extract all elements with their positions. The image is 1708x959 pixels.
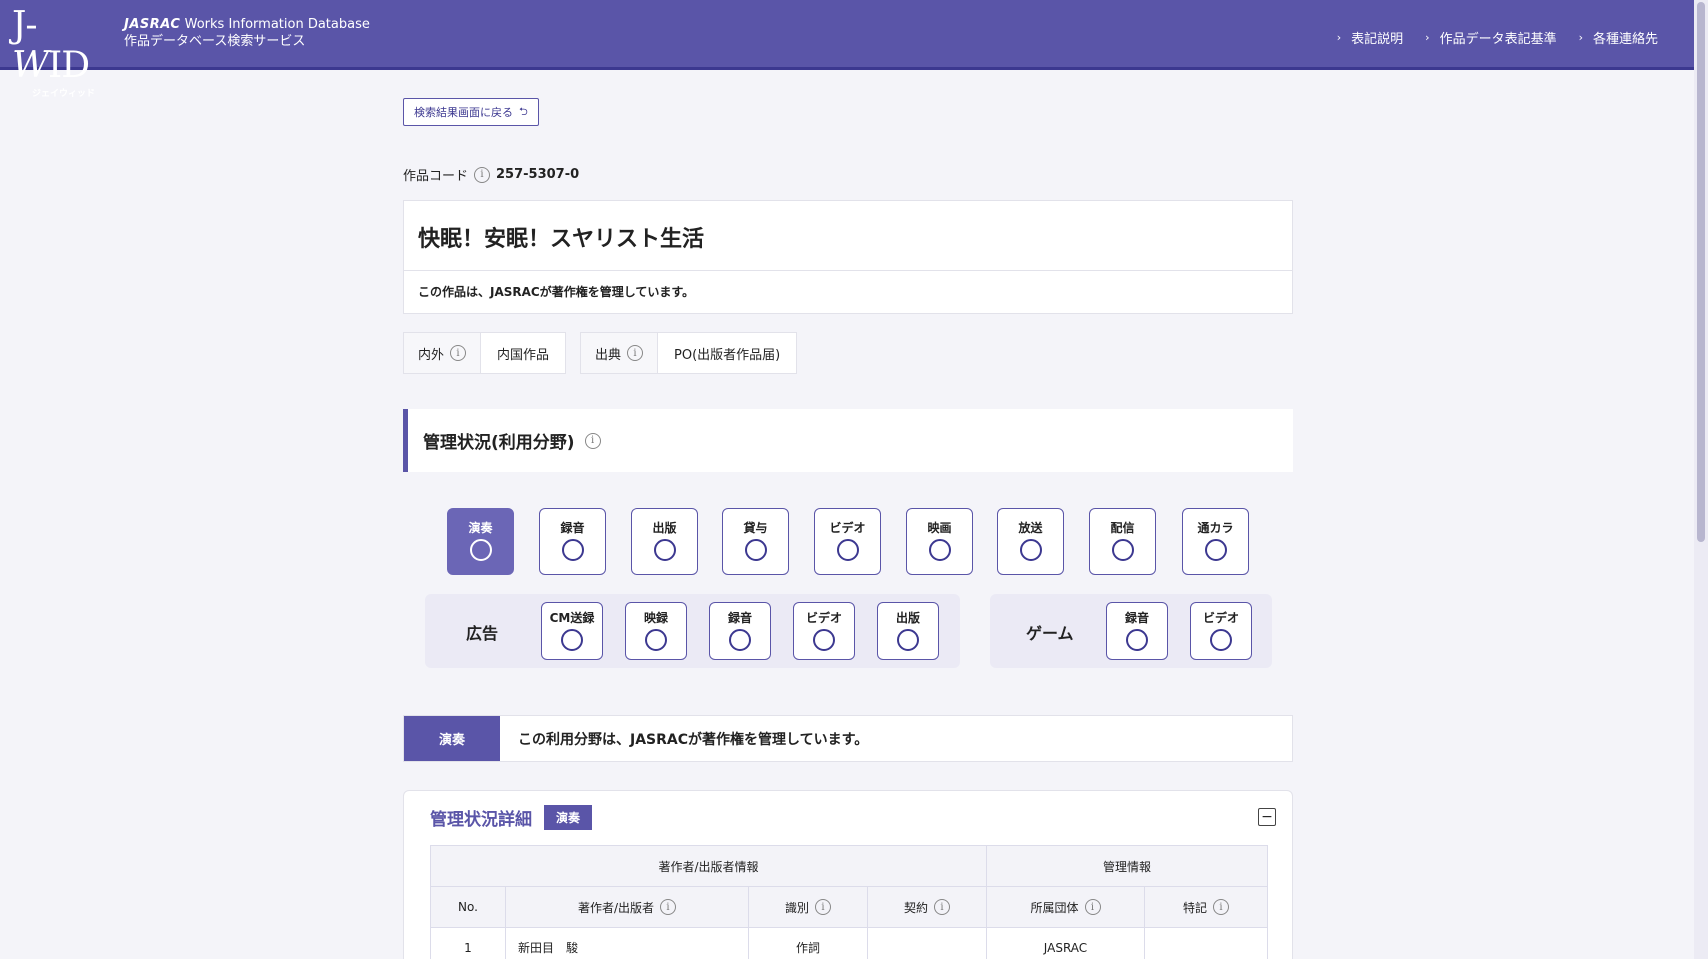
ad-tile-eiroku[interactable]: 映録	[625, 602, 687, 660]
source-value: PO(出版者作品届)	[674, 347, 781, 363]
field-tile-haishin[interactable]: 配信	[1089, 508, 1156, 575]
management-info-group-header: 管理情報	[986, 845, 1268, 887]
game-tile-rokuon[interactable]: 録音	[1106, 602, 1168, 660]
info-icon[interactable]: i	[660, 899, 677, 915]
managed-circle-icon	[653, 539, 676, 561]
managed-circle-icon	[1019, 539, 1042, 561]
collapse-minus-icon[interactable]: −	[1258, 808, 1276, 826]
managed-circle-icon	[561, 629, 583, 651]
nav-link-contacts[interactable]: › 各種連絡先	[1579, 28, 1658, 47]
row-no: 1	[430, 927, 506, 959]
naigai-box: 内外 i 内国作品	[403, 332, 567, 374]
managed-circle-icon	[813, 629, 835, 651]
naigai-value: 内国作品	[497, 347, 550, 363]
managed-circle-icon	[744, 539, 767, 561]
nav-link-notation[interactable]: › 表記説明	[1337, 28, 1403, 47]
row-role: 作詞	[748, 927, 868, 959]
header-nav: › 表記説明 › 作品データ表記基準 › 各種連絡先	[1337, 28, 1658, 47]
col-header-author: 著作者/出版者 i	[505, 886, 749, 928]
row-contract	[867, 927, 987, 959]
back-to-results-button[interactable]: 検索結果画面に戻る ⮌	[403, 98, 539, 126]
nav-link-data-standard[interactable]: › 作品データ表記基準	[1425, 28, 1556, 47]
naigai-label: 内外	[418, 347, 445, 363]
page-scrollbar[interactable]	[1694, 0, 1708, 959]
work-code-row: 作品コード i 257-5307-0	[403, 165, 579, 184]
work-title-card: 快眠！安眠！スヤリスト生活 この作品は、JASRACが著作権を管理しています。	[403, 200, 1293, 314]
game-tile-video[interactable]: ビデオ	[1190, 602, 1252, 660]
ad-tile-video[interactable]: ビデオ	[793, 602, 855, 660]
rights-holder-table: 著作者/出版者情報 管理情報 No. 著作者/出版者 i 識別 i 契約 i 所属団体…	[430, 845, 1268, 959]
field-tile-rokuon[interactable]: 録音	[539, 508, 606, 575]
chevron-right-icon: ›	[1336, 31, 1342, 44]
ad-tile-rokuon[interactable]: 録音	[709, 602, 771, 660]
info-icon[interactable]: i	[1213, 899, 1229, 915]
source-box: 出典 i PO(出版者作品届)	[580, 332, 798, 374]
field-tile-housou[interactable]: 放送	[997, 508, 1064, 575]
source-label: 出典	[595, 347, 622, 363]
row-note	[1144, 927, 1268, 959]
info-icon[interactable]: i	[627, 345, 644, 361]
managed-circle-icon	[729, 629, 751, 651]
jwid-logo[interactable]: J-WID ジェイウィッド	[12, 6, 108, 100]
chevron-right-icon: ›	[1578, 31, 1583, 44]
logo-subtitle: ジェイウィッド	[32, 89, 96, 99]
work-notice: この作品は、JASRACが著作権を管理しています。	[418, 285, 695, 299]
management-heading: 管理状況(利用分野)	[423, 433, 575, 453]
field-status-tag: 演奏	[404, 716, 500, 761]
site-header: J-WID ジェイウィッド JASRAC Works Information D…	[0, 0, 1694, 100]
table-row: 1 新田目 駿 作詞 JASRAC	[430, 927, 1268, 959]
managed-circle-icon	[561, 539, 584, 561]
work-title: 快眠！安眠！スヤリスト生活	[404, 201, 1292, 271]
author-info-group-header: 著作者/出版者情報	[430, 845, 987, 887]
ad-group-label: 広告	[466, 624, 499, 643]
brand-service-name: 作品データベース検索サービス	[124, 34, 306, 49]
managed-circle-icon	[1111, 539, 1134, 561]
return-arrow-icon: ⮌	[519, 104, 528, 118]
detail-field-pill: 演奏	[544, 805, 593, 830]
row-author: 新田目 駿	[505, 927, 749, 959]
managed-circle-icon	[928, 539, 951, 561]
ad-tile-cm[interactable]: CM送録	[541, 602, 603, 660]
managed-circle-icon	[1210, 629, 1232, 651]
work-code-label: 作品コード	[403, 169, 469, 184]
col-header-role: 識別 i	[748, 886, 868, 928]
row-org: JASRAC	[986, 927, 1145, 959]
logo-text: J-WID	[12, 5, 90, 86]
col-header-no: No.	[430, 886, 506, 928]
managed-circle-icon	[897, 629, 919, 651]
ad-tile-shuppan[interactable]: 出版	[877, 602, 939, 660]
managed-circle-icon	[1204, 539, 1227, 561]
info-icon[interactable]: i	[584, 432, 601, 449]
brand-db-name: Works Information Database	[184, 17, 370, 32]
managed-circle-icon	[469, 539, 492, 561]
scrollbar-thumb[interactable]	[1697, 2, 1705, 542]
field-tile-eiga[interactable]: 映画	[906, 508, 973, 575]
managed-circle-icon	[645, 629, 667, 651]
work-code-value: 257-5307-0	[496, 167, 580, 182]
info-icon[interactable]: i	[1084, 899, 1101, 915]
managed-circle-icon	[1126, 629, 1148, 651]
col-header-org: 所属団体 i	[986, 886, 1145, 928]
field-tile-ensou[interactable]: 演奏	[447, 508, 514, 575]
brand-text: JASRAC Works Information Database 作品データベ…	[124, 16, 370, 50]
info-icon[interactable]: i	[450, 345, 467, 361]
field-tile-video[interactable]: ビデオ	[814, 508, 881, 575]
management-detail-card: 管理状況詳細 演奏 − 著作者/出版者情報 管理情報 No. 著作者/出版者 i …	[403, 790, 1293, 959]
managed-circle-icon	[836, 539, 859, 561]
col-header-note: 特記 i	[1144, 886, 1268, 928]
detail-title: 管理状況詳細	[430, 810, 532, 830]
field-tile-tsukara[interactable]: 通カラ	[1182, 508, 1249, 575]
field-status-text: この利用分野は、JASRACが著作権を管理しています。	[518, 731, 869, 748]
info-icon[interactable]: i	[934, 899, 950, 915]
info-icon[interactable]: i	[474, 166, 491, 183]
col-header-contract: 契約 i	[867, 886, 987, 928]
game-group-label: ゲーム	[1026, 624, 1074, 643]
field-tile-shuppan[interactable]: 出版	[631, 508, 698, 575]
info-icon[interactable]: i	[815, 899, 831, 915]
field-status-row: 演奏 この利用分野は、JASRACが著作権を管理しています。	[403, 715, 1293, 762]
jasrac-wordmark: JASRAC	[124, 17, 181, 32]
management-section-header: 管理状況(利用分野) i	[403, 409, 1293, 472]
chevron-right-icon: ›	[1425, 31, 1430, 44]
field-tile-taiyo[interactable]: 貸与	[722, 508, 789, 575]
